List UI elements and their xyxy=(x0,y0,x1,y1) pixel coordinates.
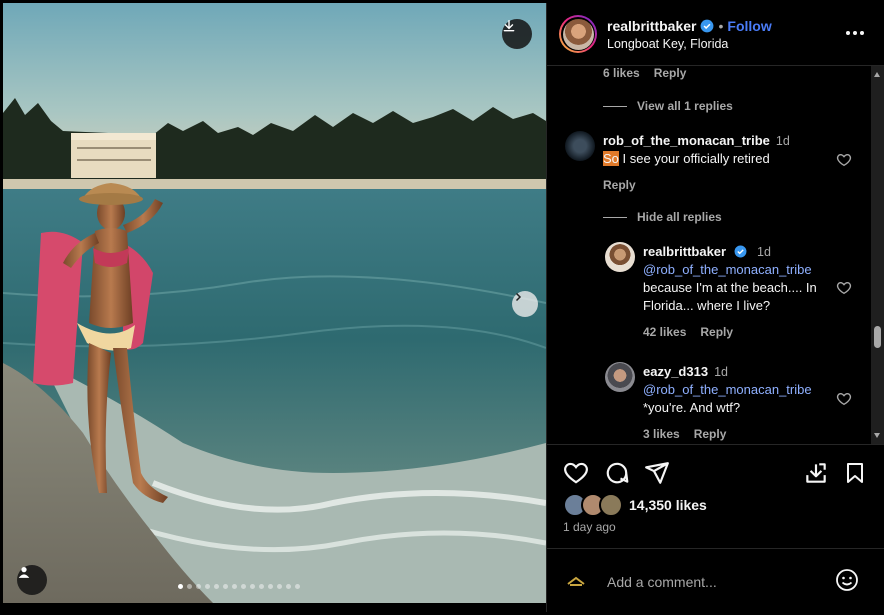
more-options-button[interactable] xyxy=(843,23,867,43)
heart-icon[interactable] xyxy=(563,460,589,486)
carousel-next-button[interactable] xyxy=(512,291,538,317)
reply-text: @rob_of_the_monacan_tribe because I'm at… xyxy=(643,261,833,315)
carousel-dot xyxy=(250,584,255,589)
add-comment-input[interactable] xyxy=(605,568,829,596)
comment-meta: 6 likes Reply xyxy=(603,66,686,80)
download-button[interactable] xyxy=(502,19,532,49)
tagged-users-button[interactable] xyxy=(17,565,47,595)
verified-badge-icon xyxy=(734,245,747,258)
commenter-avatar[interactable] xyxy=(605,242,635,272)
scroll-thumb[interactable] xyxy=(874,326,881,348)
bookmark-icon[interactable] xyxy=(843,460,867,486)
comments-list[interactable]: 6 likes Reply View all 1 replies rob_of_t… xyxy=(547,66,873,444)
reply-text: @rob_of_the_monacan_tribe *you're. And w… xyxy=(643,381,833,417)
reply-button[interactable]: Reply xyxy=(694,427,727,441)
reply-time[interactable]: 1d xyxy=(757,245,771,259)
liker-avatar[interactable] xyxy=(599,493,623,517)
share-icon[interactable] xyxy=(644,460,670,486)
like-comment-heart-icon[interactable] xyxy=(836,391,852,407)
more-icon xyxy=(846,31,864,35)
reply-meta: 3 likes Reply xyxy=(643,427,726,441)
author-avatar[interactable] xyxy=(559,15,597,53)
mention-link[interactable]: @rob_of_the_monacan_tribe xyxy=(643,381,833,399)
reply-time[interactable]: 1d xyxy=(714,365,728,379)
beach-photo xyxy=(3,3,546,603)
carousel-indicator xyxy=(178,584,300,589)
comment: rob_of_the_monacan_tribe 1d xyxy=(603,132,790,150)
scroll-down-arrow[interactable] xyxy=(874,433,880,438)
chevron-right-icon xyxy=(515,292,522,302)
like-comment-heart-icon[interactable] xyxy=(836,280,852,296)
logo-icon xyxy=(567,576,585,586)
carousel-dot xyxy=(286,584,291,589)
carousel-dot xyxy=(214,584,219,589)
reply-button[interactable]: Reply xyxy=(654,66,687,80)
likes-summary[interactable]: 14,350 likes xyxy=(563,493,707,517)
view-replies-button[interactable]: View all 1 replies xyxy=(603,99,733,113)
carousel-dot xyxy=(232,584,237,589)
post-modal: realbrittbaker • Follow Longboat Key, Fl… xyxy=(0,0,884,615)
reply-meta: 42 likes Reply xyxy=(643,325,733,339)
separator-dot: • xyxy=(718,18,724,34)
carousel-dot xyxy=(268,584,273,589)
carousel-dot xyxy=(196,584,201,589)
carousel-dot xyxy=(187,584,192,589)
verified-badge-icon xyxy=(701,19,714,33)
post-time[interactable]: 1 day ago xyxy=(563,520,616,534)
comment-text: So I see your officially retired xyxy=(603,151,770,166)
carousel-dot xyxy=(241,584,246,589)
reply-button[interactable]: Reply xyxy=(603,178,636,192)
post-photo[interactable] xyxy=(3,3,546,603)
carousel-dot xyxy=(259,584,264,589)
post-actions: 14,350 likes 1 day ago xyxy=(547,444,884,545)
post-location[interactable]: Longboat Key, Florida xyxy=(607,37,728,51)
save-collection-icon[interactable] xyxy=(803,460,829,486)
reply-button[interactable]: Reply xyxy=(700,325,733,339)
carousel-dot xyxy=(223,584,228,589)
commenter-avatar[interactable] xyxy=(605,362,635,392)
current-user-avatar xyxy=(565,571,587,593)
reply: eazy_d313 1d xyxy=(643,363,728,381)
carousel-dot xyxy=(178,584,183,589)
mention-link[interactable]: @rob_of_the_monacan_tribe xyxy=(643,261,833,279)
comment-likes[interactable]: 6 likes xyxy=(603,66,640,80)
carousel-dot xyxy=(295,584,300,589)
view-replies-label: View all 1 replies xyxy=(637,99,733,113)
comments-scrollbar[interactable] xyxy=(871,66,884,444)
author-username[interactable]: realbrittbaker xyxy=(607,18,696,34)
comment-icon[interactable] xyxy=(604,460,630,486)
carousel-dot xyxy=(205,584,210,589)
comment-time[interactable]: 1d xyxy=(776,134,790,148)
reply-likes[interactable]: 3 likes xyxy=(643,427,680,441)
follow-button[interactable]: Follow xyxy=(727,18,771,34)
add-comment-bar xyxy=(547,548,884,613)
download-icon xyxy=(503,20,515,32)
post-header: realbrittbaker • Follow Longboat Key, Fl… xyxy=(547,3,884,66)
user-icon xyxy=(18,567,30,578)
likes-count[interactable]: 14,350 likes xyxy=(629,497,707,513)
emoji-icon[interactable] xyxy=(835,568,859,592)
reply-username[interactable]: realbrittbaker xyxy=(643,244,726,259)
hide-replies-label: Hide all replies xyxy=(637,210,722,224)
scroll-up-arrow[interactable] xyxy=(874,72,880,77)
commenter-avatar[interactable] xyxy=(565,131,595,161)
reply-likes[interactable]: 42 likes xyxy=(643,325,686,339)
hide-replies-button[interactable]: Hide all replies xyxy=(603,210,722,224)
reply: realbrittbaker 1d xyxy=(643,243,771,261)
like-comment-heart-icon[interactable] xyxy=(836,152,852,168)
post-side-panel: realbrittbaker • Follow Longboat Key, Fl… xyxy=(546,3,884,612)
comment-username[interactable]: rob_of_the_monacan_tribe xyxy=(603,133,770,148)
highlighted-text: So xyxy=(603,151,619,166)
reply-username[interactable]: eazy_d313 xyxy=(643,364,708,379)
comment-meta: Reply xyxy=(603,178,636,192)
carousel-dot xyxy=(277,584,282,589)
